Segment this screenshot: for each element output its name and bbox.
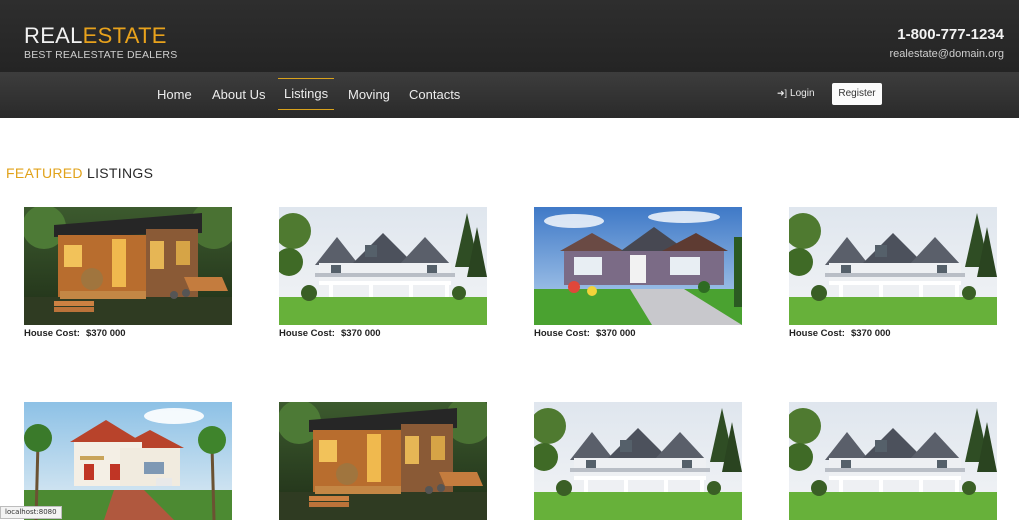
listing-photo[interactable] bbox=[24, 402, 232, 520]
listing-photo[interactable] bbox=[24, 207, 232, 325]
listing-card[interactable]: House Cost: $370 000 bbox=[279, 207, 487, 339]
listing-cost: House Cost: $370 000 bbox=[279, 328, 487, 339]
listing-card[interactable] bbox=[534, 402, 742, 520]
listing-cost: House Cost: $370 000 bbox=[24, 328, 232, 339]
cost-value: $370 000 bbox=[850, 328, 891, 339]
listing-cost: House Cost: $370 000 bbox=[534, 328, 742, 339]
listing-card[interactable]: House Cost: $370 000 bbox=[534, 207, 742, 339]
listing-card[interactable]: House Cost: $370 000 bbox=[24, 207, 232, 339]
cost-label: House Cost: bbox=[24, 328, 80, 339]
browser-status-url: localhost:8080 bbox=[0, 506, 62, 519]
login-link[interactable]: ➜] Login bbox=[777, 88, 815, 99]
nav-listings[interactable]: Listings bbox=[278, 78, 335, 110]
cost-label: House Cost: bbox=[789, 328, 845, 339]
listing-card[interactable] bbox=[24, 402, 232, 520]
login-label: Login bbox=[790, 88, 815, 99]
listing-card[interactable]: House Cost: $370 000 bbox=[789, 207, 997, 339]
top-header: REALESTATE BEST REALESTATE DEALERS 1-800… bbox=[0, 0, 1019, 72]
listing-card[interactable] bbox=[279, 402, 487, 520]
listing-photo[interactable] bbox=[534, 402, 742, 520]
title-featured: FEATURED bbox=[6, 165, 83, 181]
site-logo[interactable]: REALESTATE bbox=[24, 23, 167, 49]
sign-in-icon: ➜] bbox=[777, 88, 788, 98]
cost-value: $370 000 bbox=[595, 328, 636, 339]
nav-about-us[interactable]: About Us bbox=[212, 72, 265, 118]
cost-value: $370 000 bbox=[85, 328, 126, 339]
listing-photo[interactable] bbox=[789, 207, 997, 325]
cost-value: $370 000 bbox=[340, 328, 381, 339]
logo-text-real: REAL bbox=[24, 23, 83, 48]
register-button[interactable]: Register bbox=[832, 83, 882, 105]
featured-listings-title: FEATURED LISTINGS bbox=[6, 165, 153, 181]
cost-label: House Cost: bbox=[279, 328, 335, 339]
listing-photo[interactable] bbox=[279, 207, 487, 325]
listing-cost: House Cost: $370 000 bbox=[789, 328, 997, 339]
logo-text-estate: ESTATE bbox=[82, 23, 167, 48]
cost-label: House Cost: bbox=[534, 328, 590, 339]
contact-phone: 1-800-777-1234 bbox=[897, 26, 1004, 43]
site-tagline: BEST REALESTATE DEALERS bbox=[24, 49, 178, 61]
listing-photo[interactable] bbox=[279, 402, 487, 520]
nav-contacts[interactable]: Contacts bbox=[409, 72, 460, 118]
listing-photo[interactable] bbox=[534, 207, 742, 325]
nav-moving[interactable]: Moving bbox=[348, 72, 390, 118]
listing-photo[interactable] bbox=[789, 402, 997, 520]
title-listings: LISTINGS bbox=[87, 165, 154, 181]
nav-home[interactable]: Home bbox=[157, 72, 192, 118]
contact-email: realestate@domain.org bbox=[889, 48, 1004, 60]
listing-card[interactable] bbox=[789, 402, 997, 520]
